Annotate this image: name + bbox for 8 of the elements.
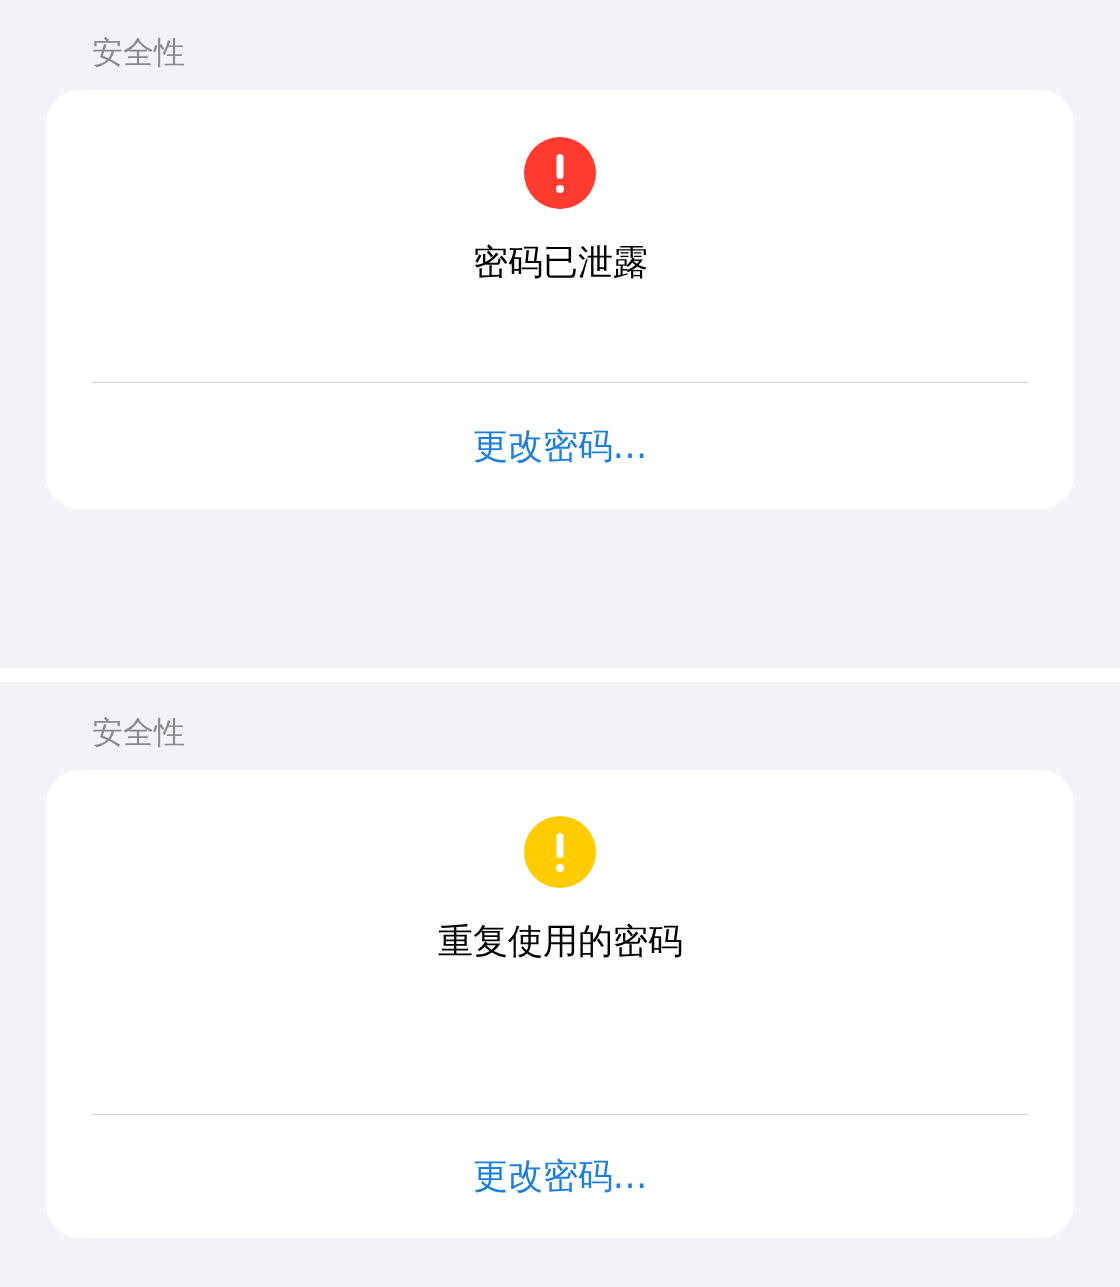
alert-icon [524, 137, 596, 209]
section-header: 安全性 [92, 713, 186, 752]
section-header: 安全性 [92, 33, 186, 72]
alert-title: 重复使用的密码 [437, 920, 683, 963]
change-password-link[interactable]: 更改密码… [472, 1153, 648, 1200]
alert-title: 密码已泄露 [472, 241, 648, 284]
alert-icon [524, 816, 596, 888]
change-password-link[interactable]: 更改密码… [472, 422, 648, 470]
